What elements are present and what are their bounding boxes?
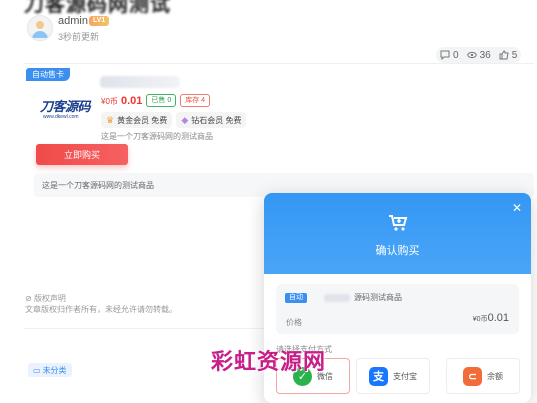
like-count: 5 (511, 49, 518, 61)
updated-time: 3秒前更新 (58, 32, 100, 42)
level-badge: LV1 (89, 16, 110, 26)
watermark: 彩虹资源网 (211, 350, 327, 375)
modal-title: 确认购买 (375, 245, 420, 257)
avatar[interactable] (27, 15, 53, 41)
pay-balance-option[interactable]: ⊂ 余额 (446, 358, 520, 394)
copyright-icon: ⊘ (25, 294, 32, 303)
comment-icon (440, 50, 450, 60)
avatar-icon (32, 21, 48, 38)
pay-balance-label: 余额 (487, 371, 503, 381)
price-label: 价格 (286, 318, 302, 327)
category-tag[interactable]: ▭ 未分类 (28, 363, 72, 377)
category-label: 未分类 (42, 365, 67, 375)
modal-header: ✕ 确认购买 (264, 193, 531, 274)
comment-count: 0 (453, 49, 459, 61)
post-stats: 0 36 5 (436, 47, 522, 63)
modal-price: ¥0币0.01 (472, 312, 509, 324)
view-count: 36 (479, 49, 491, 61)
modal-product-tag: 自动 (285, 293, 307, 303)
view-stat: 36 (462, 47, 495, 63)
stock-badge: 库存 4 (180, 94, 211, 107)
copyright-title: 版权声明 (33, 294, 66, 303)
author-name[interactable]: admin (58, 15, 88, 27)
sold-badge: 已售 0 (146, 94, 177, 107)
product-price: ¥0币 0.01 (101, 94, 143, 107)
eye-icon (466, 51, 477, 59)
diamond-member-price: ◆ 钻石会员 免费 (176, 112, 247, 128)
wallet-icon: ⊂ (463, 366, 482, 386)
cart-icon (389, 215, 408, 231)
diamond-icon: ◆ (181, 114, 189, 125)
price-row: ¥0币 0.01 已售 0 库存 4 (101, 94, 211, 107)
buy-now-button[interactable]: 立即购买 (36, 144, 128, 165)
copyright-text: 文章版权归作者所有，未经允许请勿转载。 (25, 305, 177, 314)
close-icon[interactable]: ✕ (512, 201, 522, 215)
comment-stat[interactable]: 0 (436, 47, 463, 63)
logo-text: 刀客源码 (40, 99, 91, 114)
like-stat[interactable]: 5 (494, 47, 522, 63)
pay-alipay-label: 支付宝 (393, 371, 417, 381)
modal-product: 自动 源码测试商品 价格 ¥0币0.01 (276, 284, 519, 334)
logo-url: www.dkewl.com (43, 114, 79, 120)
product-name-blurred (100, 76, 180, 88)
folder-icon: ▭ (33, 365, 41, 375)
divider (24, 328, 274, 329)
thumbs-up-icon (499, 50, 509, 60)
modal-product-name: 源码测试商品 (354, 293, 402, 302)
product-desc-text: 这是一个刀客源码网的测试商品 (42, 181, 154, 190)
modal-name-blurred (324, 294, 350, 302)
alipay-icon: 支 (369, 366, 388, 386)
product-logo: 刀客源码 www.dkewl.com (36, 88, 92, 124)
page-title: 刀客源码网测试 (24, 0, 171, 16)
pay-alipay-option[interactable]: 支 支付宝 (356, 358, 430, 394)
auto-sale-tag: 自动售卡 (26, 68, 70, 81)
copyright-notice: ⊘ 版权声明 文章版权归作者所有，未经允许请勿转载。 (25, 293, 177, 315)
product-short-desc: 这是一个刀客源码网的测试商品 (101, 132, 213, 141)
divider (24, 63, 534, 64)
crown-icon: ♛ (106, 114, 115, 125)
gold-member-price: ♛ 黄金会员 免费 (101, 112, 173, 128)
member-prices: ♛ 黄金会员 免费 ◆ 钻石会员 免费 (101, 112, 247, 128)
